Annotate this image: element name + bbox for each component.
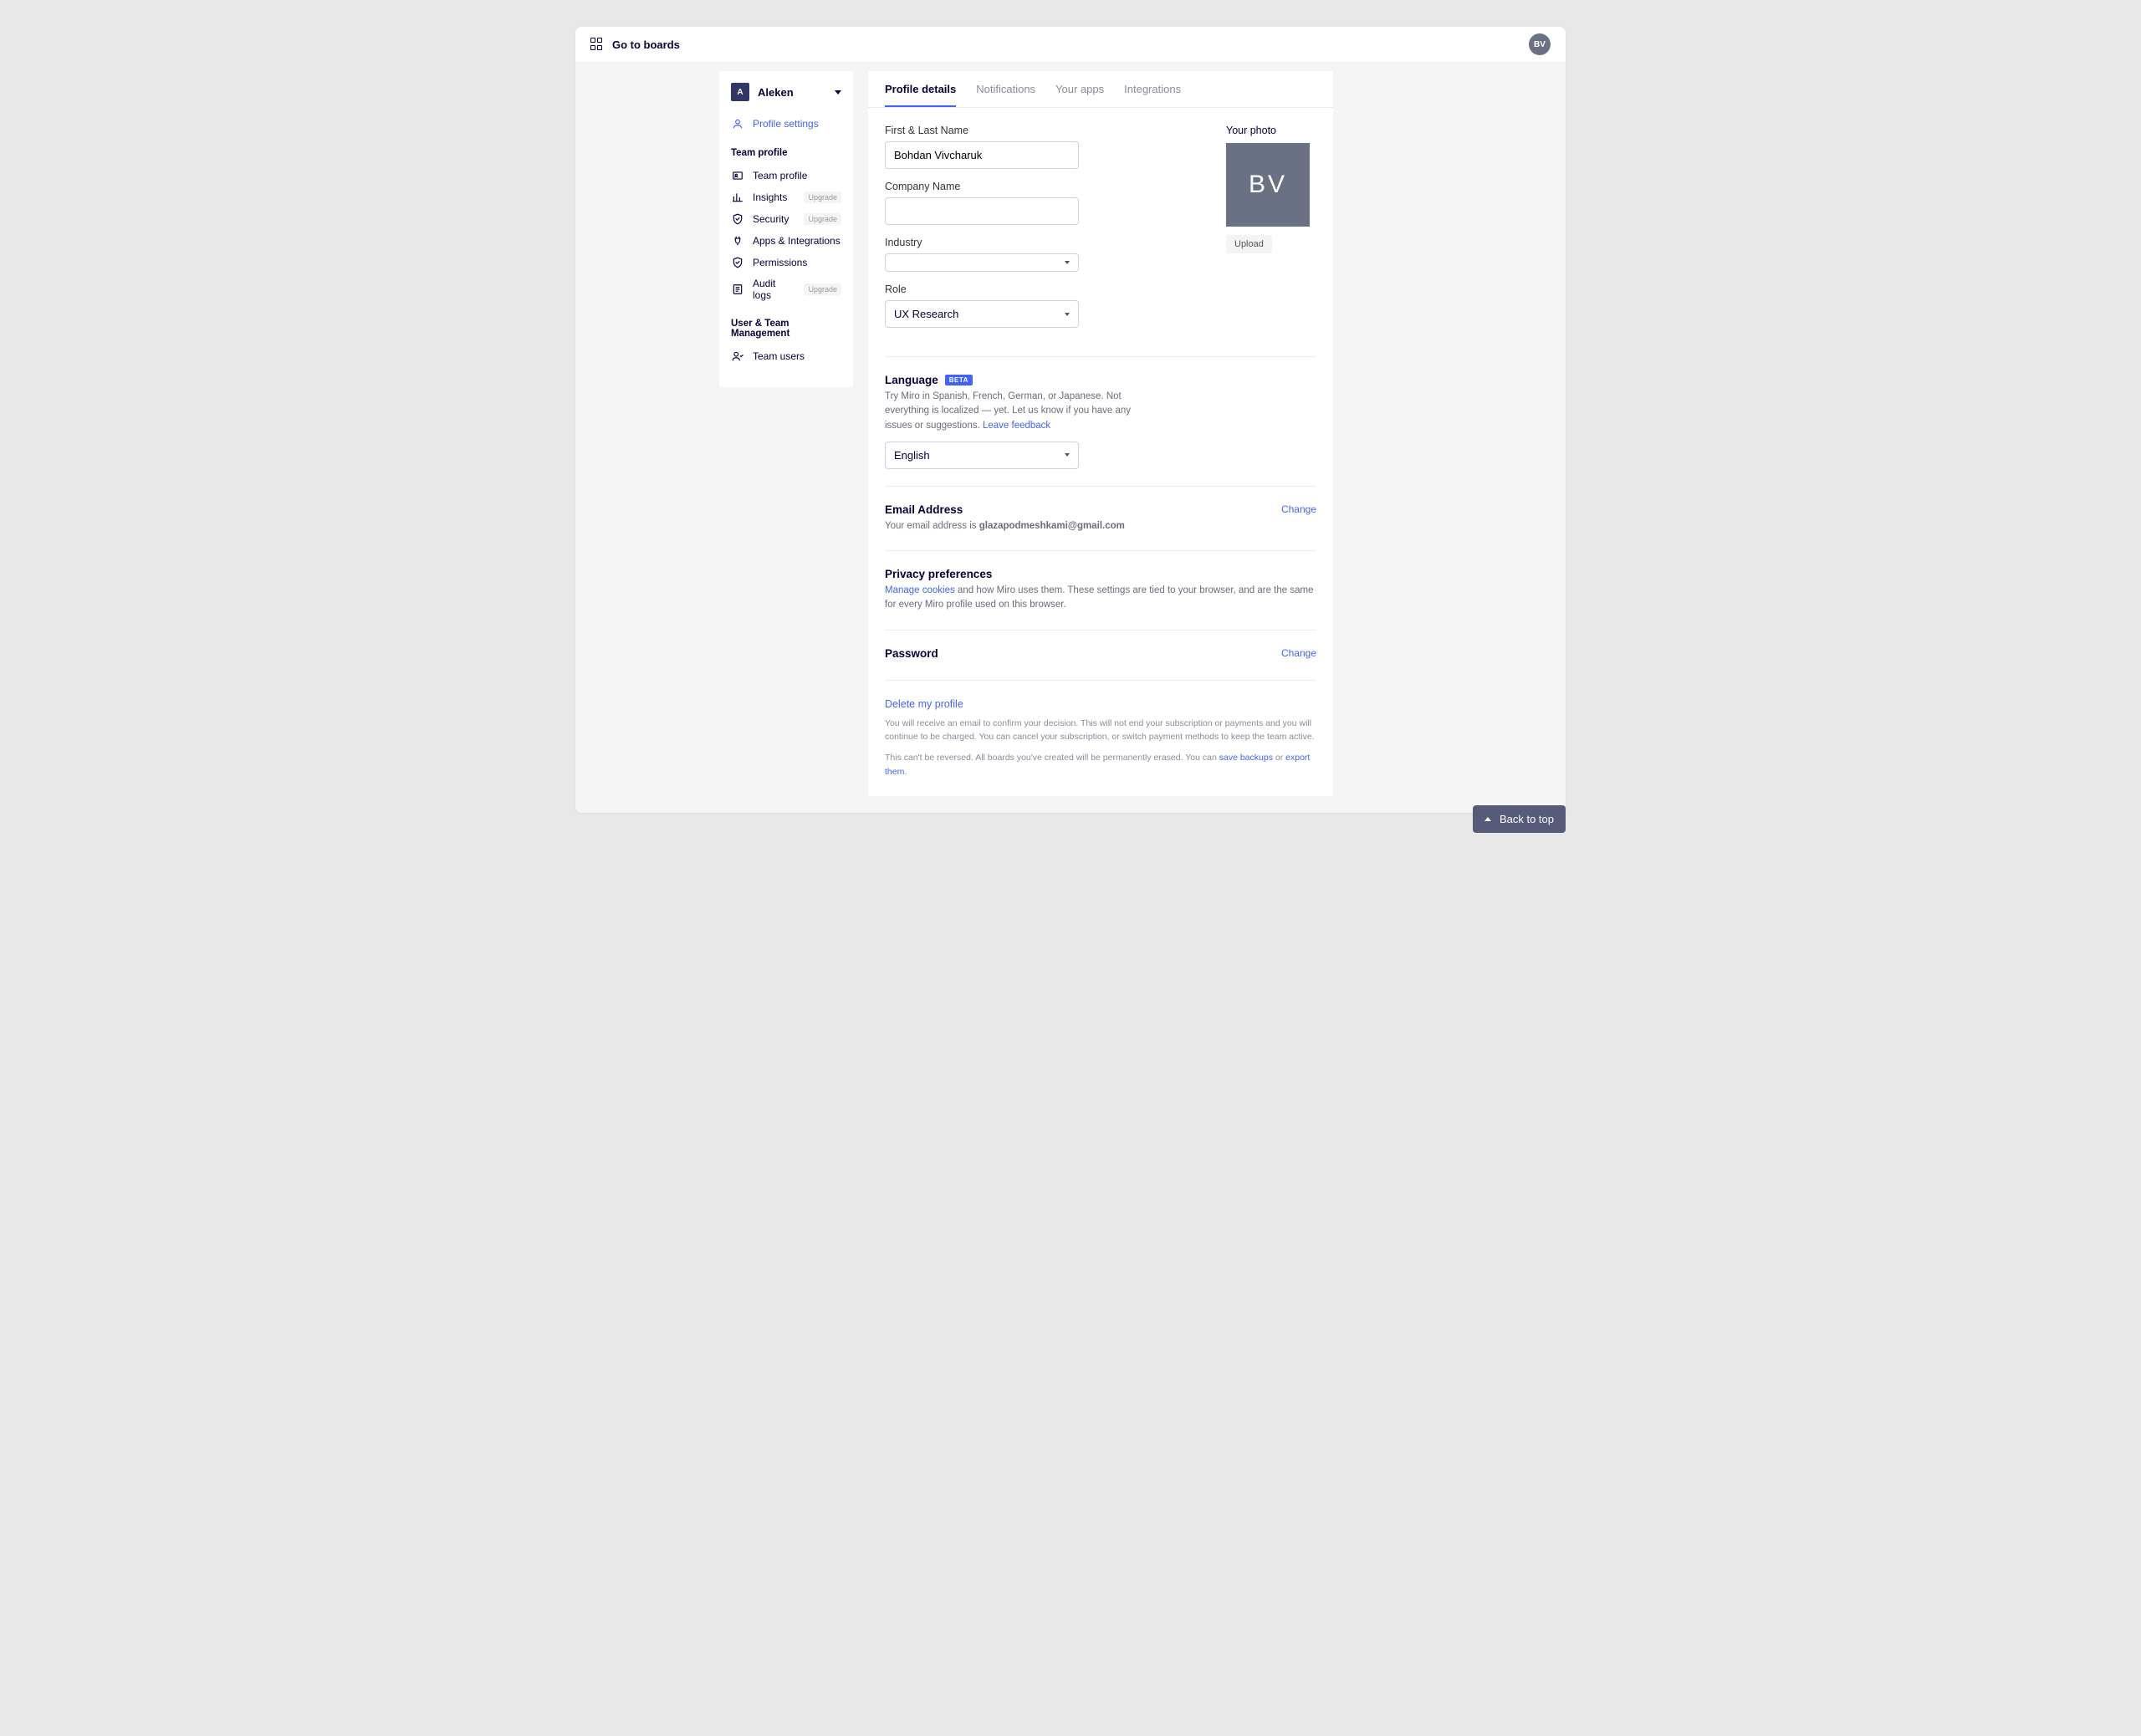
name-label: First & Last Name	[885, 125, 1193, 136]
sidebar-item-label: Team users	[753, 350, 841, 362]
sidebar-item-label: Team profile	[753, 170, 841, 181]
upgrade-pill[interactable]: Upgrade	[804, 283, 841, 295]
sidebar-item-label: Apps & Integrations	[753, 235, 841, 247]
save-backups-link[interactable]: save backups	[1219, 753, 1273, 763]
privacy-text: Manage cookies and how Miro uses them. T…	[885, 584, 1316, 613]
shield-check-icon	[731, 256, 744, 269]
change-password-link[interactable]: Change	[1281, 647, 1316, 659]
profile-card-icon	[731, 169, 744, 182]
sidebar-item-insights[interactable]: Insights Upgrade	[719, 186, 853, 208]
sidebar: A Aleken Profile settings Team profile T…	[719, 71, 853, 387]
user-icon	[731, 117, 744, 130]
chevron-down-icon	[1065, 453, 1070, 457]
go-to-boards-label: Go to boards	[612, 38, 680, 51]
language-description: Try Miro in Spanish, French, German, or …	[885, 390, 1136, 433]
sidebar-item-apps[interactable]: Apps & Integrations	[719, 230, 853, 252]
industry-label: Industry	[885, 237, 1193, 248]
manage-cookies-link[interactable]: Manage cookies	[885, 585, 955, 595]
delete-text-2: This can't be reversed. All boards you'v…	[885, 751, 1316, 779]
industry-select[interactable]	[885, 253, 1079, 272]
sidebar-item-security[interactable]: Security Upgrade	[719, 208, 853, 230]
role-select[interactable]: UX Research	[885, 300, 1079, 328]
sidebar-item-label: Insights	[753, 191, 795, 203]
name-field[interactable]	[894, 149, 1070, 161]
tab-your-apps[interactable]: Your apps	[1055, 83, 1104, 107]
change-email-link[interactable]: Change	[1281, 503, 1316, 515]
tab-integrations[interactable]: Integrations	[1124, 83, 1181, 107]
upload-button[interactable]: Upload	[1226, 235, 1272, 253]
back-to-top-label: Back to top	[1500, 813, 1554, 825]
sidebar-item-label: Security	[753, 213, 795, 225]
company-field[interactable]	[894, 205, 1070, 217]
sidebar-item-team-profile[interactable]: Team profile	[719, 165, 853, 186]
sidebar-item-permissions[interactable]: Permissions	[719, 252, 853, 273]
password-heading: Password	[885, 647, 938, 660]
sidebar-item-profile-settings[interactable]: Profile settings	[719, 113, 853, 135]
company-input[interactable]	[885, 197, 1079, 225]
boards-grid-icon	[590, 38, 604, 51]
logs-icon	[731, 283, 744, 296]
delete-profile-link[interactable]: Delete my profile	[885, 698, 963, 710]
sidebar-item-audit-logs[interactable]: Audit logs Upgrade	[719, 273, 853, 305]
photo-label: Your photo	[1226, 125, 1316, 136]
delete-text-1: You will receive an email to confirm you…	[885, 717, 1316, 745]
chevron-up-icon	[1484, 817, 1491, 821]
team-name: Aleken	[758, 86, 826, 99]
name-input[interactable]	[885, 141, 1079, 169]
back-to-top-button[interactable]: Back to top	[1473, 805, 1566, 833]
main-panel: Profile details Notifications Your apps …	[868, 71, 1333, 796]
tab-notifications[interactable]: Notifications	[976, 83, 1035, 107]
role-label: Role	[885, 283, 1193, 295]
chevron-down-icon	[1065, 313, 1070, 316]
user-avatar[interactable]: BV	[1529, 33, 1551, 55]
team-badge: A	[731, 83, 749, 101]
sidebar-heading-users: User & Team Management	[719, 305, 853, 345]
bar-chart-icon	[731, 191, 744, 204]
email-text: Your email address is glazapodmeshkami@g…	[885, 519, 1125, 534]
email-heading: Email Address	[885, 503, 1125, 516]
upgrade-pill[interactable]: Upgrade	[804, 191, 841, 203]
language-heading-text: Language	[885, 374, 938, 386]
topbar: Go to boards BV	[575, 27, 1566, 63]
plug-icon	[731, 234, 744, 248]
sidebar-item-label: Profile settings	[753, 118, 841, 130]
upgrade-pill[interactable]: Upgrade	[804, 213, 841, 225]
role-value: UX Research	[894, 308, 958, 320]
company-label: Company Name	[885, 181, 1193, 192]
users-icon	[731, 350, 744, 363]
shield-icon	[731, 212, 744, 226]
go-to-boards-button[interactable]: Go to boards	[590, 38, 680, 51]
tab-profile-details[interactable]: Profile details	[885, 83, 956, 107]
team-switcher[interactable]: A Aleken	[719, 83, 853, 113]
sidebar-item-team-users[interactable]: Team users	[719, 345, 853, 367]
leave-feedback-link[interactable]: Leave feedback	[983, 421, 1050, 431]
sidebar-item-label: Permissions	[753, 257, 841, 268]
photo-placeholder: BV	[1226, 143, 1310, 227]
privacy-heading: Privacy preferences	[885, 568, 1316, 580]
email-address: glazapodmeshkami@gmail.com	[979, 521, 1125, 531]
language-heading: Language BETA	[885, 374, 1316, 386]
language-select[interactable]: English	[885, 442, 1079, 469]
language-value: English	[894, 449, 930, 462]
sidebar-heading-team: Team profile	[719, 135, 853, 165]
beta-badge: BETA	[945, 375, 973, 385]
tabs: Profile details Notifications Your apps …	[868, 71, 1333, 108]
sidebar-item-label: Audit logs	[753, 278, 795, 301]
chevron-down-icon	[1065, 261, 1070, 264]
chevron-down-icon	[835, 90, 841, 94]
